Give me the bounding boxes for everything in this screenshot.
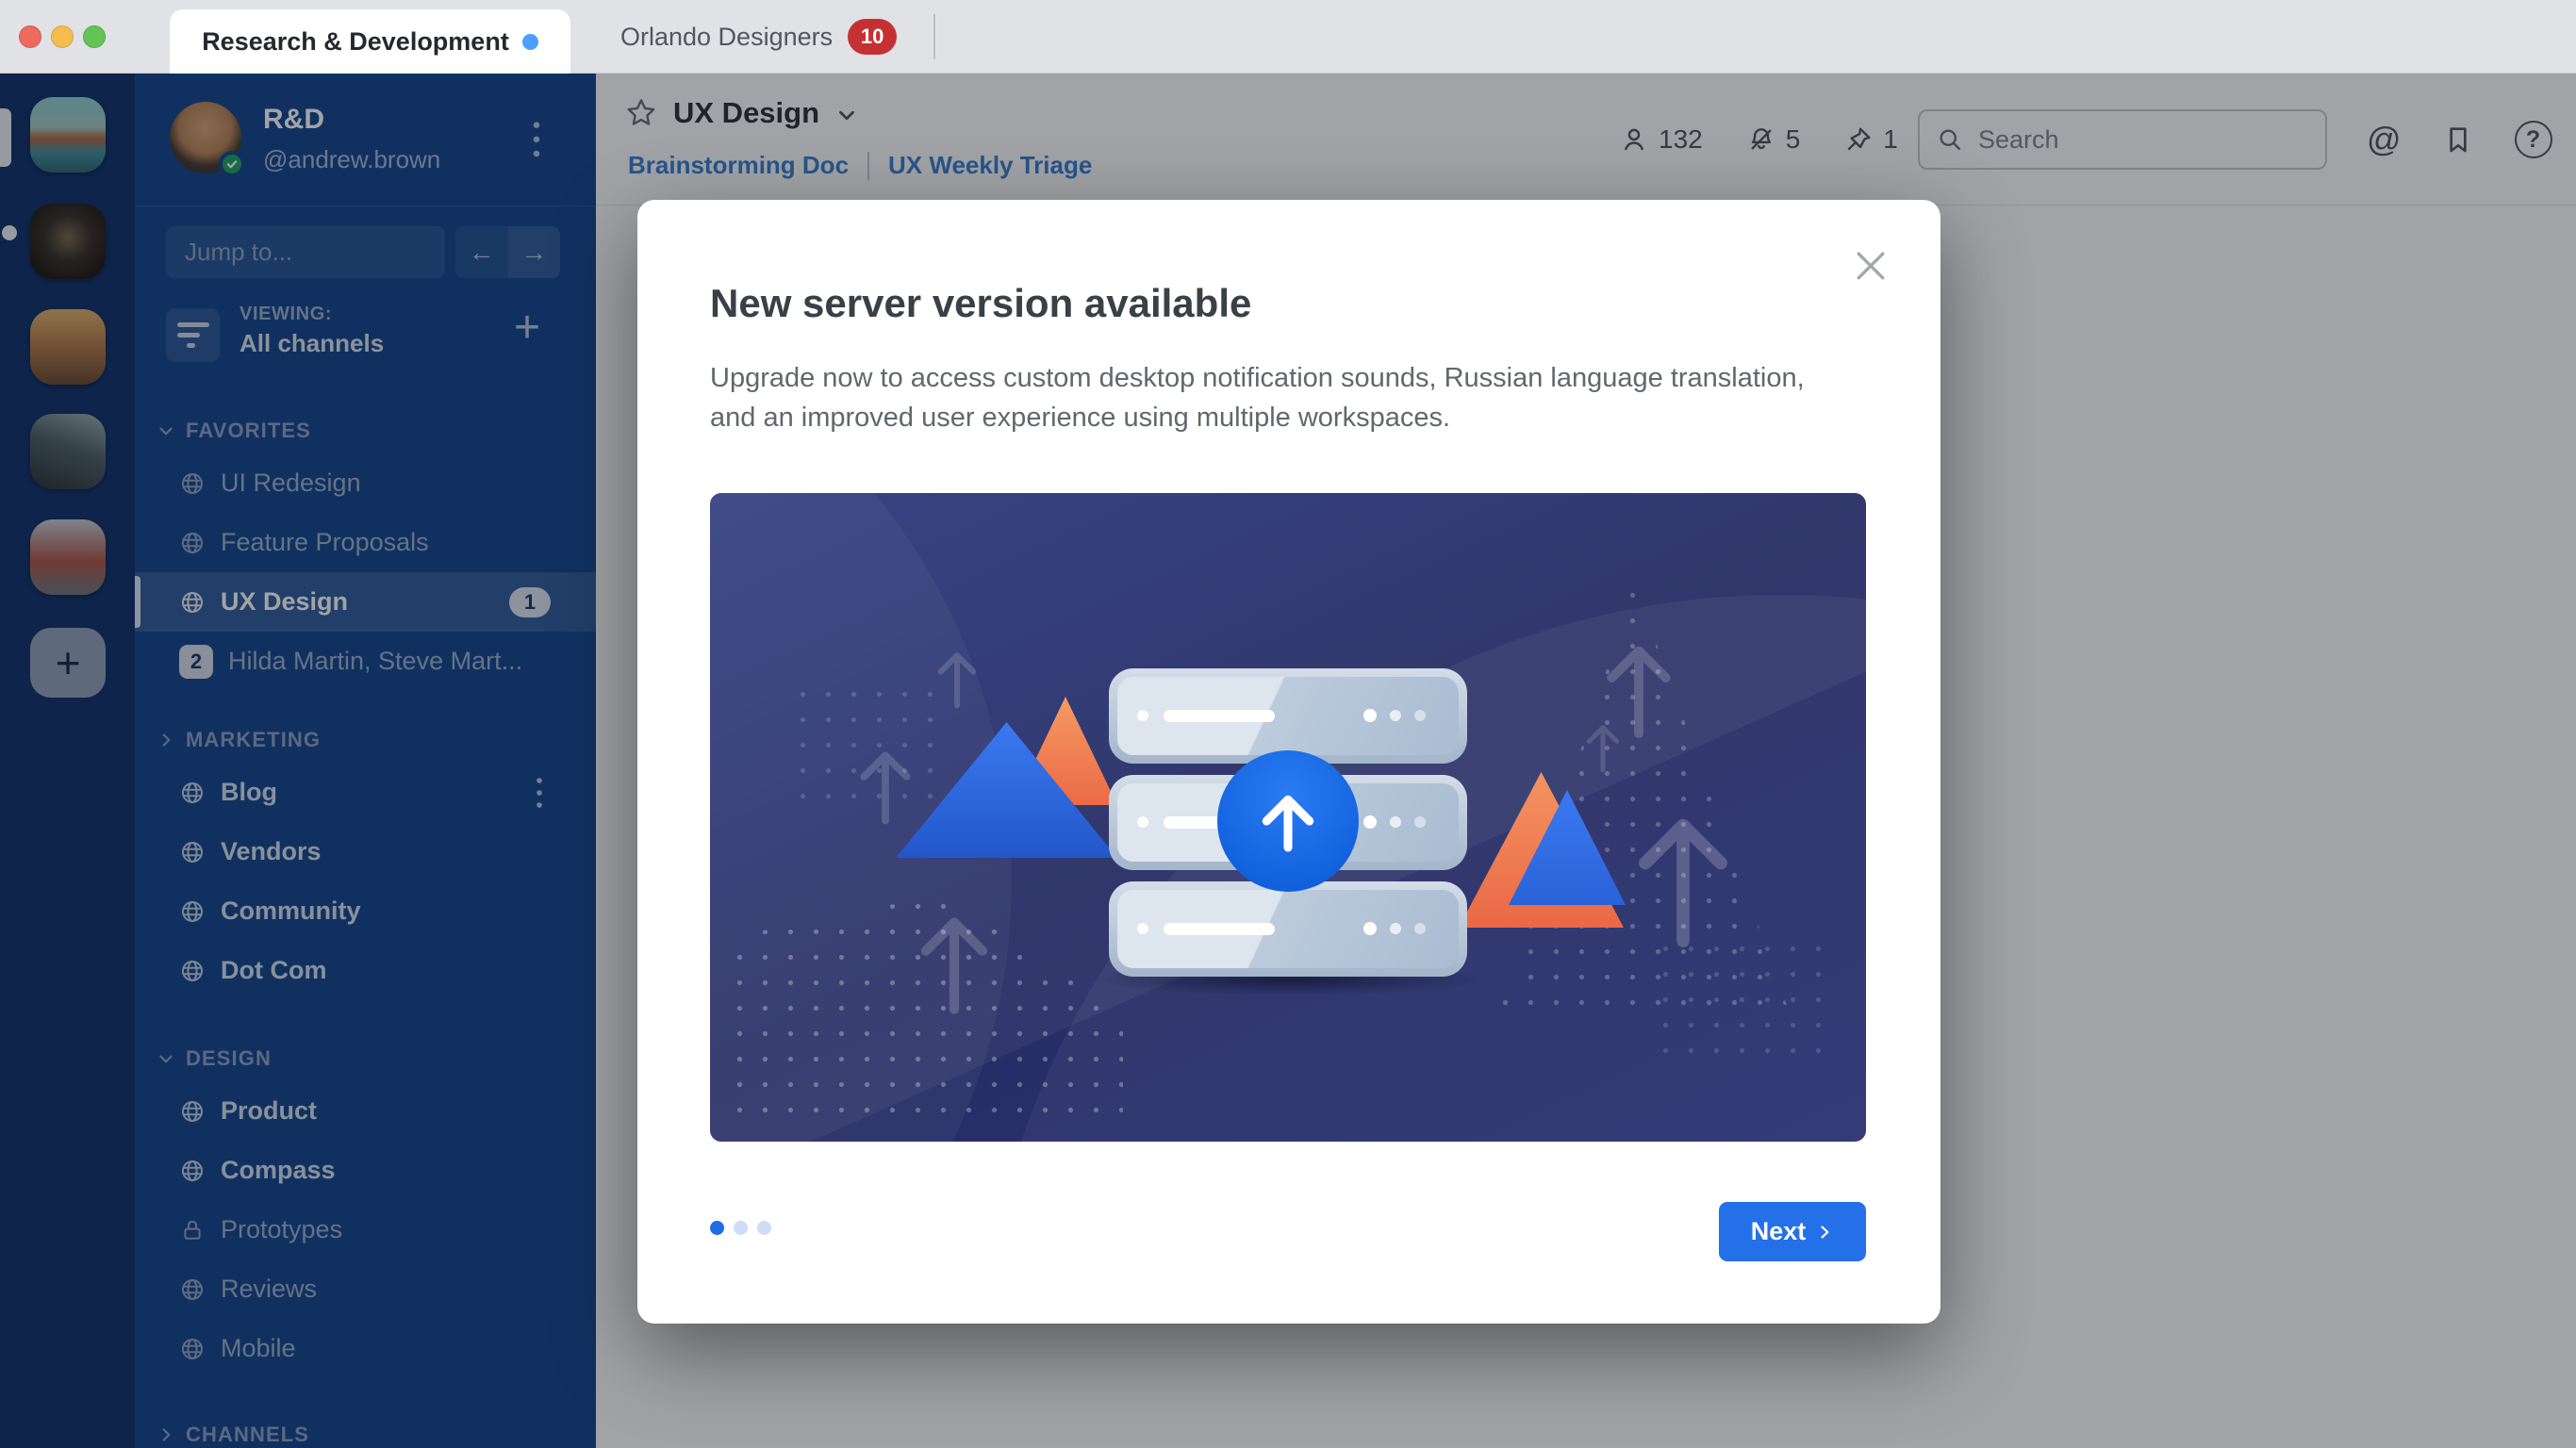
server-slab [1109, 668, 1467, 764]
server-slab [1109, 881, 1467, 977]
close-icon[interactable] [1850, 245, 1891, 287]
tab-research-development[interactable]: Research & Development [170, 9, 570, 74]
up-arrow-outline-icon [853, 740, 917, 827]
up-arrow-outline-icon [912, 898, 997, 1021]
app-window: Research & Development Orlando Designers… [0, 0, 2576, 1448]
zoom-window-button[interactable] [83, 25, 106, 48]
carousel-dot-1[interactable] [710, 1221, 724, 1235]
close-window-button[interactable] [19, 25, 41, 48]
upgrade-arrow-icon [1217, 750, 1359, 892]
next-button[interactable]: Next [1719, 1202, 1866, 1261]
up-arrow-outline-icon [933, 644, 982, 710]
modal-title: New server version available [710, 281, 1252, 325]
carousel-dot-3[interactable] [757, 1221, 771, 1235]
up-arrow-outline-icon [1582, 717, 1624, 774]
carousel-dot-2[interactable] [734, 1221, 748, 1235]
tab-divider [933, 14, 935, 59]
minimize-window-button[interactable] [51, 25, 74, 48]
up-arrow-outline-icon [1627, 762, 1740, 988]
modal-body: Upgrade now to access custom desktop not… [710, 363, 1805, 433]
upgrade-modal: New server version available Upgrade now… [637, 200, 1940, 1324]
tab-label: Research & Development [202, 26, 509, 56]
unread-dot-icon [521, 33, 538, 50]
tab-orlando-designers[interactable]: Orlando Designers 10 [611, 0, 906, 74]
chevron-right-icon [1821, 1226, 1829, 1238]
tab-unread-badge: 10 [848, 19, 898, 55]
app-content: + R&D @andrew.brown ← [0, 74, 2576, 1448]
carousel-dots [710, 1221, 771, 1235]
window-titlebar: Research & Development Orlando Designers… [0, 0, 2576, 74]
upgrade-illustration [710, 493, 1866, 1142]
tab-label: Orlando Designers [620, 22, 834, 51]
